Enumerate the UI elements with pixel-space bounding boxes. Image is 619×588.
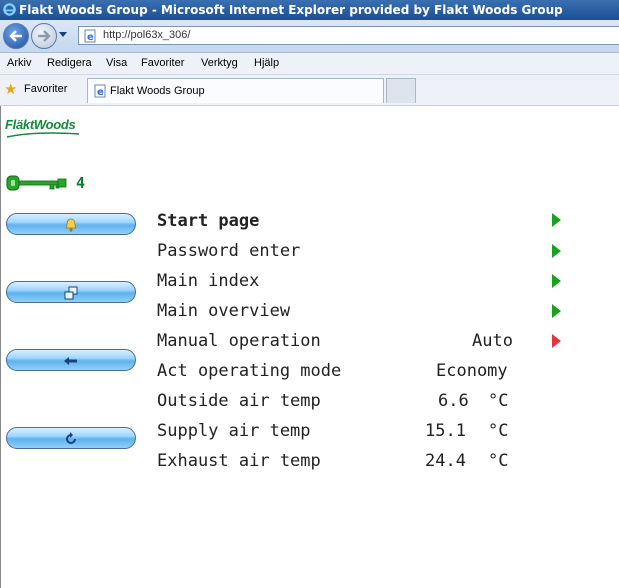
address-bar[interactable]: e http://pol63x_306/ <box>78 26 619 45</box>
row-label: Supply air temp <box>157 421 311 441</box>
menu-redigera[interactable]: Redigera <box>47 57 92 69</box>
menu-visa[interactable]: Visa <box>106 57 127 69</box>
alarm-button[interactable] <box>6 213 136 235</box>
address-url[interactable]: http://pol63x_306/ <box>103 29 190 41</box>
star-icon: ★ <box>4 81 18 98</box>
row-act-operating-mode: Act operating mode Economy <box>157 361 527 383</box>
svg-text:e: e <box>87 32 94 43</box>
row-unit: °C <box>488 451 509 471</box>
logo: FläktWoods <box>5 117 76 132</box>
back-button[interactable] <box>6 349 136 371</box>
row-label: Act operating mode <box>157 361 342 381</box>
row-label: Password enter <box>157 241 301 261</box>
row-exhaust-air-temp: Exhaust air temp 24.4 °C <box>157 451 527 473</box>
row-label: Main index <box>157 271 260 291</box>
back-nav-button[interactable] <box>3 23 29 49</box>
arrow-left-icon <box>9 30 22 42</box>
row-label: Exhaust air temp <box>157 451 321 471</box>
row-label: Main overview <box>157 301 291 321</box>
logo-swoosh <box>6 132 80 138</box>
history-dropdown-icon[interactable] <box>59 32 67 37</box>
go-arrow-icon[interactable] <box>552 334 561 348</box>
row-label: Outside air temp <box>157 391 321 411</box>
row-unit: °C <box>488 421 509 441</box>
menu-arkiv[interactable]: Arkiv <box>7 57 31 69</box>
row-manual-operation[interactable]: Manual operation Auto <box>157 331 527 353</box>
access-level: 4 <box>76 174 86 192</box>
navigation-bar: e http://pol63x_306/ <box>0 20 619 53</box>
favorites-bar: ★ Favoriter e Flakt Woods Group <box>0 75 619 106</box>
row-value: 24.4 <box>425 451 466 471</box>
page-icon: e <box>84 29 96 43</box>
row-start-page[interactable]: Start page <box>157 211 259 233</box>
window-titlebar: Flakt Woods Group - Microsoft Internet E… <box>0 0 619 20</box>
window-title: Flakt Woods Group - Microsoft Internet E… <box>19 3 563 17</box>
menu-favoriter[interactable]: Favoriter <box>141 57 184 69</box>
arrow-left-icon <box>64 357 77 365</box>
menu-hjalp[interactable]: Hjälp <box>254 57 279 69</box>
go-arrow-icon[interactable] <box>552 244 561 258</box>
menu-bar: Arkiv Redigera Visa Favoriter Verktyg Hj… <box>0 53 619 75</box>
row-label: Start page <box>157 211 260 231</box>
go-arrow-icon[interactable] <box>552 304 561 318</box>
bell-icon <box>65 218 77 232</box>
row-value: Economy <box>436 361 508 381</box>
row-password-enter[interactable]: Password enter <box>157 241 300 263</box>
arrow-right-icon <box>38 30 51 42</box>
go-arrow-icon[interactable] <box>552 274 561 288</box>
row-outside-air-temp: Outside air temp 6.6 °C <box>157 391 527 413</box>
page-content: FläktWoods 4 Start page Password enter M… <box>0 106 619 588</box>
tab-title: Flakt Woods Group <box>110 85 205 97</box>
page-icon: e <box>94 84 106 98</box>
svg-text:e: e <box>97 87 104 98</box>
row-value: Auto <box>472 331 513 351</box>
key-icon <box>6 175 67 191</box>
row-label: Manual operation <box>157 331 321 351</box>
refresh-button[interactable] <box>6 427 136 449</box>
row-supply-air-temp: Supply air temp 15.1 °C <box>157 421 527 443</box>
ie-icon <box>3 3 16 16</box>
new-tab-button[interactable] <box>386 78 416 103</box>
windows-button[interactable] <box>6 281 136 303</box>
browser-tab[interactable]: e Flakt Woods Group <box>87 78 384 103</box>
row-value: 15.1 <box>425 421 466 441</box>
menu-verktyg[interactable]: Verktyg <box>201 57 238 69</box>
row-value: 6.6 <box>438 391 469 411</box>
favorites-label: Favoriter <box>24 83 68 95</box>
go-arrow-icon[interactable] <box>552 213 561 227</box>
windows-icon <box>64 286 78 300</box>
forward-nav-button[interactable] <box>31 23 57 49</box>
row-main-overview[interactable]: Main overview <box>157 301 290 323</box>
row-main-index[interactable]: Main index <box>157 271 259 293</box>
refresh-icon <box>66 432 76 444</box>
row-unit: °C <box>488 391 509 411</box>
